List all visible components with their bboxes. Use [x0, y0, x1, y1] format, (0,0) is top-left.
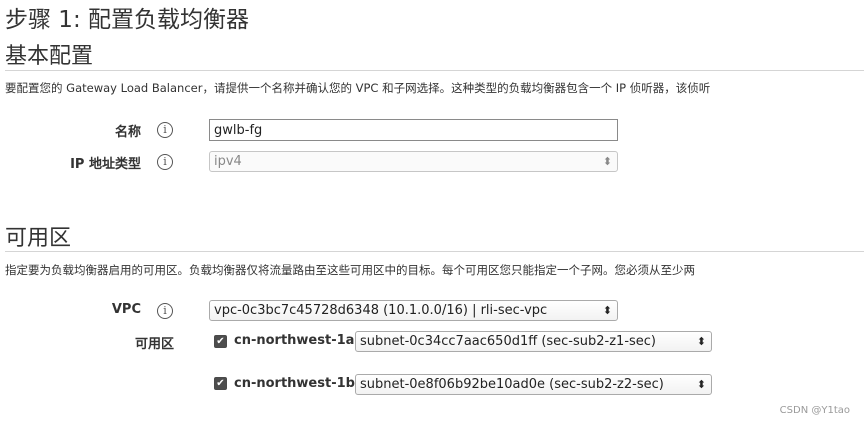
vpc-select[interactable]: vpc-0c3bc7c45728d6348 (10.1.0.0/16) | rl…: [209, 300, 618, 321]
basic-config-description: 要配置您的 Gateway Load Balancer，请提供一个名称并确认您的…: [5, 81, 711, 95]
info-icon[interactable]: i: [157, 122, 173, 138]
name-label: 名称: [114, 125, 141, 140]
info-icon[interactable]: i: [157, 303, 173, 319]
vpc-label: VPC: [111, 302, 141, 317]
ip-type-label: IP 地址类型: [70, 157, 141, 172]
zone-name-1b: cn-northwest-1b: [234, 376, 355, 391]
ip-type-select: ipv4 ⬍: [209, 151, 618, 172]
subnet-select-1a[interactable]: subnet-0c34cc7aac650d1ff (sec-sub2-z1-se…: [355, 331, 712, 352]
page: 步骤 1: 配置负载均衡器 基本配置 要配置您的 Gateway Load Ba…: [0, 0, 864, 426]
zones-label: 可用区: [134, 337, 174, 352]
name-input[interactable]: [209, 119, 618, 141]
updown-arrow-icon: ⬍: [602, 155, 612, 168]
basic-config-divider: [5, 70, 864, 71]
checkmark-icon: ✔: [216, 378, 225, 389]
info-icon[interactable]: i: [157, 154, 173, 170]
az-section-description: 指定要为负载均衡器启用的可用区。负载均衡器仅将流量路由至这些可用区中的目标。每个…: [5, 263, 695, 277]
checkmark-icon: ✔: [216, 336, 225, 347]
updown-arrow-icon: ⬍: [696, 378, 706, 391]
zone-checkbox-1a[interactable]: ✔: [214, 335, 227, 348]
subnet-value-1a: subnet-0c34cc7aac650d1ff (sec-sub2-z1-se…: [360, 334, 657, 349]
updown-arrow-icon: ⬍: [696, 335, 706, 348]
zone-name-1a: cn-northwest-1a: [234, 333, 355, 348]
watermark: CSDN @Y1tao: [779, 405, 850, 416]
zone-checkbox-1b[interactable]: ✔: [214, 377, 227, 390]
subnet-value-1b: subnet-0e8f06b92be10ad0e (sec-sub2-z2-se…: [360, 377, 664, 392]
step-title: 步骤 1: 配置负载均衡器: [5, 7, 250, 33]
az-section-divider: [5, 251, 864, 252]
vpc-value: vpc-0c3bc7c45728d6348 (10.1.0.0/16) | rl…: [214, 303, 548, 318]
basic-config-title: 基本配置: [5, 44, 94, 69]
ip-type-value: ipv4: [214, 154, 242, 169]
updown-arrow-icon: ⬍: [602, 304, 612, 317]
az-section-title: 可用区: [5, 226, 72, 251]
subnet-select-1b[interactable]: subnet-0e8f06b92be10ad0e (sec-sub2-z2-se…: [355, 374, 712, 395]
